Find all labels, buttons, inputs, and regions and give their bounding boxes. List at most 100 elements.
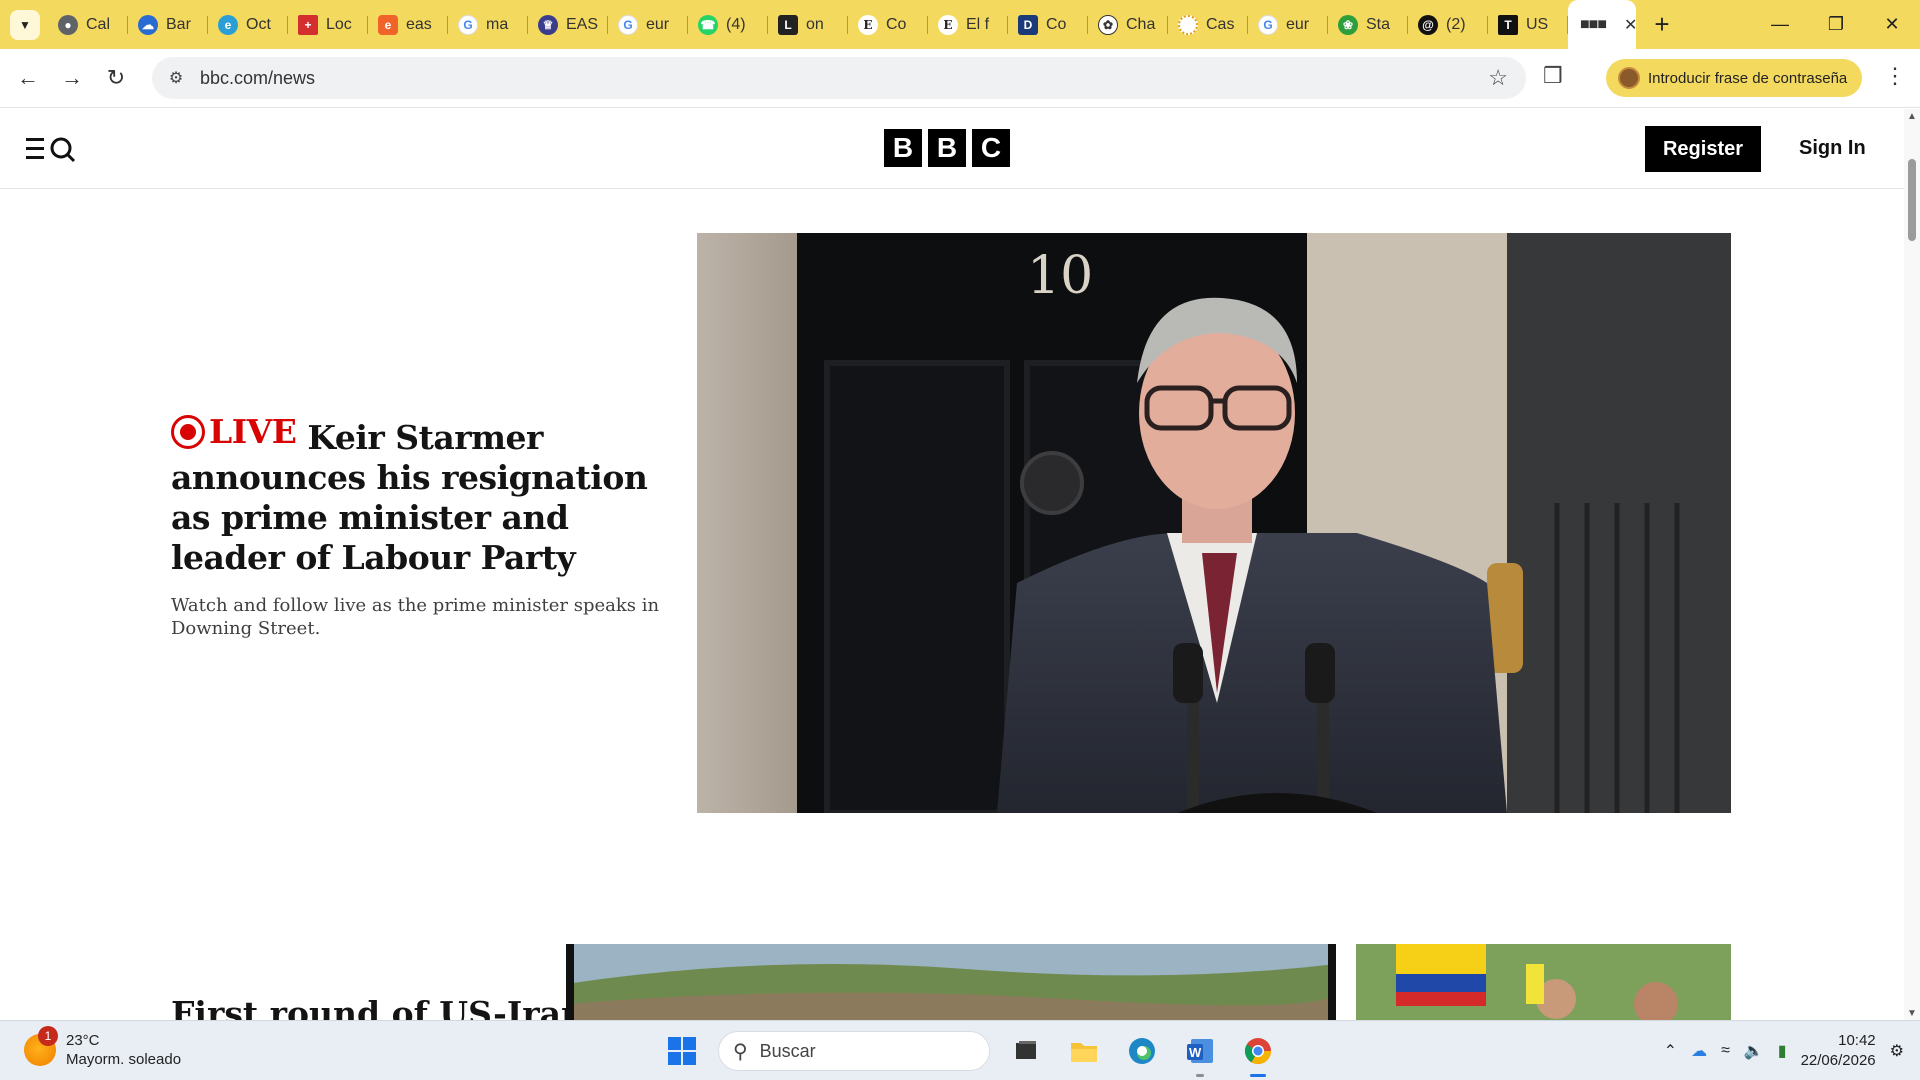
- lead-headline[interactable]: LIVE Keir Starmer announces his resignat…: [171, 412, 661, 578]
- tab[interactable]: E Co: [848, 0, 928, 49]
- orange-e-icon: e: [378, 14, 398, 35]
- bbc-header: B B C Register Sign In: [0, 109, 1904, 189]
- more-menu-icon[interactable]: ⋮: [1884, 63, 1906, 89]
- battery-icon[interactable]: ▮: [1778, 1041, 1787, 1061]
- second-headline[interactable]: First round of US-Iran: [171, 994, 585, 1021]
- tab[interactable]: @ (2): [1408, 0, 1488, 49]
- red-cross-icon: +: [298, 14, 318, 35]
- weather-temp: 23°C: [66, 1032, 100, 1049]
- file-explorer-icon[interactable]: [1062, 1029, 1106, 1073]
- scroll-down-icon[interactable]: ▼: [1907, 1008, 1917, 1019]
- tab[interactable]: ☁ Bar: [128, 0, 208, 49]
- tab[interactable]: D Co: [1008, 0, 1088, 49]
- site-info-icon[interactable]: ⚙: [156, 68, 196, 88]
- scroll-up-icon[interactable]: ▲: [1907, 111, 1917, 122]
- new-tab-button[interactable]: +: [1644, 7, 1680, 43]
- tab[interactable]: ❀ Sta: [1328, 0, 1408, 49]
- close-tab-icon[interactable]: ✕: [1624, 15, 1636, 35]
- tab[interactable]: T US: [1488, 0, 1568, 49]
- live-icon: [171, 415, 205, 449]
- password-prompt-button[interactable]: Introducir frase de contraseña: [1606, 59, 1862, 97]
- back-icon[interactable]: ←: [6, 56, 50, 100]
- restore-icon[interactable]: ❐: [1808, 0, 1864, 49]
- weather-widget[interactable]: 1 23°C Mayorm. soleado: [24, 1026, 182, 1069]
- e-serif-icon: E: [858, 14, 878, 35]
- google-icon: G: [618, 14, 638, 35]
- chrome-icon[interactable]: [1236, 1029, 1280, 1077]
- search-icon: ⚲: [733, 1040, 748, 1063]
- tab-active[interactable]: ■■■ ✕: [1568, 0, 1636, 49]
- menu-search-icon[interactable]: [26, 135, 78, 163]
- tab[interactable]: Geur: [608, 0, 688, 49]
- bookmark-star-icon[interactable]: ☆: [1488, 65, 1508, 91]
- tab[interactable]: ● Cal: [48, 0, 128, 49]
- t-icon: T: [1498, 14, 1518, 35]
- lead-image[interactable]: 10: [697, 233, 1731, 813]
- system-tray: ⌃ ☁ ≈ 🔈 ▮ 10:42 22/06/2026 ⚙: [1664, 1031, 1904, 1071]
- tab[interactable]: ✿ Cha: [1088, 0, 1168, 49]
- bbc-logo-letter: B: [884, 129, 922, 167]
- edge-icon[interactable]: [1120, 1029, 1164, 1073]
- lead-story[interactable]: LIVE Keir Starmer announces his resignat…: [171, 412, 661, 640]
- bbc-logo-letter: B: [928, 129, 966, 167]
- extensions-icon[interactable]: ❒: [1543, 63, 1563, 89]
- story-thumbnail[interactable]: [1356, 944, 1731, 1021]
- tab[interactable]: ☎ (4): [688, 0, 768, 49]
- browser-toolbar: ← → ↻ ⚙ bbc.com/news ☆ ❒ Introducir fras…: [0, 49, 1920, 108]
- tab[interactable]: E El f: [928, 0, 1008, 49]
- weather-desc: Mayorm. soleado: [66, 1051, 182, 1068]
- minimize-icon[interactable]: —: [1752, 0, 1808, 49]
- register-button[interactable]: Register: [1645, 126, 1761, 172]
- window-controls: — ❐ ✕: [1752, 0, 1920, 49]
- onedrive-cloud-icon[interactable]: ☁: [1691, 1041, 1707, 1061]
- tab-search-button[interactable]: ▼: [10, 9, 40, 40]
- forward-icon[interactable]: →: [50, 56, 94, 100]
- chevron-up-icon[interactable]: ⌃: [1664, 1041, 1677, 1061]
- profile-avatar: [1618, 67, 1640, 89]
- start-windows-icon[interactable]: [660, 1029, 704, 1073]
- google-icon: G: [458, 14, 478, 35]
- bbc-logo[interactable]: B B C: [884, 129, 1010, 167]
- volume-icon[interactable]: 🔈: [1744, 1041, 1764, 1061]
- crest-icon: ♕: [538, 14, 558, 35]
- tab-list: ● Cal ☁ Bar e Oct + Loc e eas Gma ♕ EAS Geur ☎…: [48, 0, 1636, 49]
- tab[interactable]: + Loc: [288, 0, 368, 49]
- whatsapp-icon: ☎: [698, 14, 718, 35]
- door-number: 10: [1027, 246, 1093, 306]
- reload-icon[interactable]: ↻: [94, 56, 138, 100]
- taskbar: 1 23°C Mayorm. soleado ⚲ Buscar W ⌃ ☁ ≈ …: [0, 1020, 1920, 1080]
- scrollbar-thumb[interactable]: [1908, 159, 1916, 241]
- sun-dots-icon: [1178, 14, 1198, 35]
- wifi-icon[interactable]: ≈: [1721, 1042, 1730, 1060]
- tab[interactable]: ♕ EAS: [528, 0, 608, 49]
- d-icon: D: [1018, 14, 1038, 35]
- lead-summary: Watch and follow live as the prime minis…: [171, 595, 660, 639]
- task-view-icon[interactable]: [1004, 1029, 1048, 1073]
- globe-icon: ●: [58, 14, 78, 35]
- tab[interactable]: Lon: [768, 0, 848, 49]
- story-thumbnail[interactable]: [566, 944, 1336, 1021]
- tab[interactable]: Cas: [1168, 0, 1248, 49]
- live-label: LIVE: [209, 412, 297, 451]
- clock[interactable]: 10:42 22/06/2026: [1801, 1031, 1876, 1071]
- tab[interactable]: Gma: [448, 0, 528, 49]
- web-page: B B C Register Sign In LIVE Keir Starmer…: [0, 109, 1904, 1021]
- tab-strip: ▼ ● Cal ☁ Bar e Oct + Loc e eas Gma ♕ EAS Geur…: [0, 0, 1920, 49]
- word-icon[interactable]: W: [1178, 1029, 1222, 1077]
- tab[interactable]: e Oct: [208, 0, 288, 49]
- tab[interactable]: e eas: [368, 0, 448, 49]
- bbc-logo-letter: C: [972, 129, 1010, 167]
- url-text[interactable]: bbc.com/news: [200, 68, 315, 89]
- close-window-icon[interactable]: ✕: [1864, 0, 1920, 49]
- address-bar[interactable]: ⚙ bbc.com/news ☆: [152, 57, 1526, 99]
- threads-icon: @: [1418, 14, 1438, 35]
- tab[interactable]: Geur: [1248, 0, 1328, 49]
- chevron-down-icon: ▼: [19, 17, 31, 32]
- notification-badge: 1: [38, 1026, 58, 1046]
- notifications-icon[interactable]: ⚙: [1890, 1041, 1904, 1061]
- taskbar-apps: ⚲ Buscar W: [660, 1029, 1280, 1077]
- page-scrollbar[interactable]: ▲ ▼: [1904, 109, 1920, 1021]
- taskbar-search[interactable]: ⚲ Buscar: [718, 1031, 990, 1071]
- google-icon: G: [1258, 14, 1278, 35]
- sign-in-link[interactable]: Sign In: [1799, 137, 1866, 160]
